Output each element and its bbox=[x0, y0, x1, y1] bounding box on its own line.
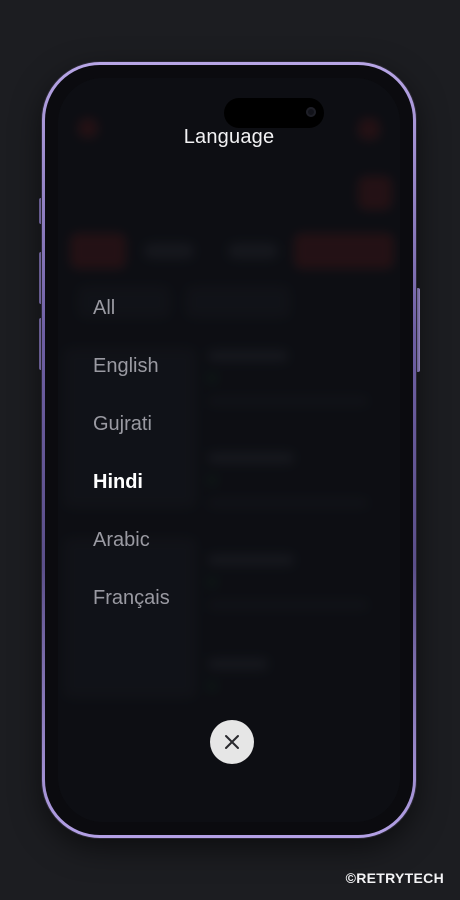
phone-bezel: Language All English Gujrati Hindi Arabi… bbox=[45, 65, 413, 835]
dynamic-island bbox=[224, 98, 324, 128]
phone-screen: Language All English Gujrati Hindi Arabi… bbox=[58, 78, 400, 822]
language-option-english[interactable]: English bbox=[93, 351, 170, 409]
canvas: Language All English Gujrati Hindi Arabi… bbox=[0, 0, 460, 900]
close-icon bbox=[223, 733, 241, 751]
language-option-gujrati[interactable]: Gujrati bbox=[93, 409, 170, 467]
watermark: ©RETRYTECH bbox=[345, 870, 444, 886]
page-title: Language bbox=[183, 126, 275, 148]
front-camera bbox=[306, 107, 316, 117]
language-option-arabic[interactable]: Arabic bbox=[93, 525, 170, 583]
language-option-hindi[interactable]: Hindi bbox=[93, 467, 170, 525]
language-option-francais[interactable]: Français bbox=[93, 583, 170, 641]
language-option-all[interactable]: All bbox=[93, 293, 170, 351]
phone-power-button bbox=[416, 288, 420, 372]
close-button[interactable] bbox=[210, 720, 254, 764]
phone-frame: Language All English Gujrati Hindi Arabi… bbox=[42, 62, 416, 838]
language-list: All English Gujrati Hindi Arabic Françai… bbox=[93, 293, 170, 641]
